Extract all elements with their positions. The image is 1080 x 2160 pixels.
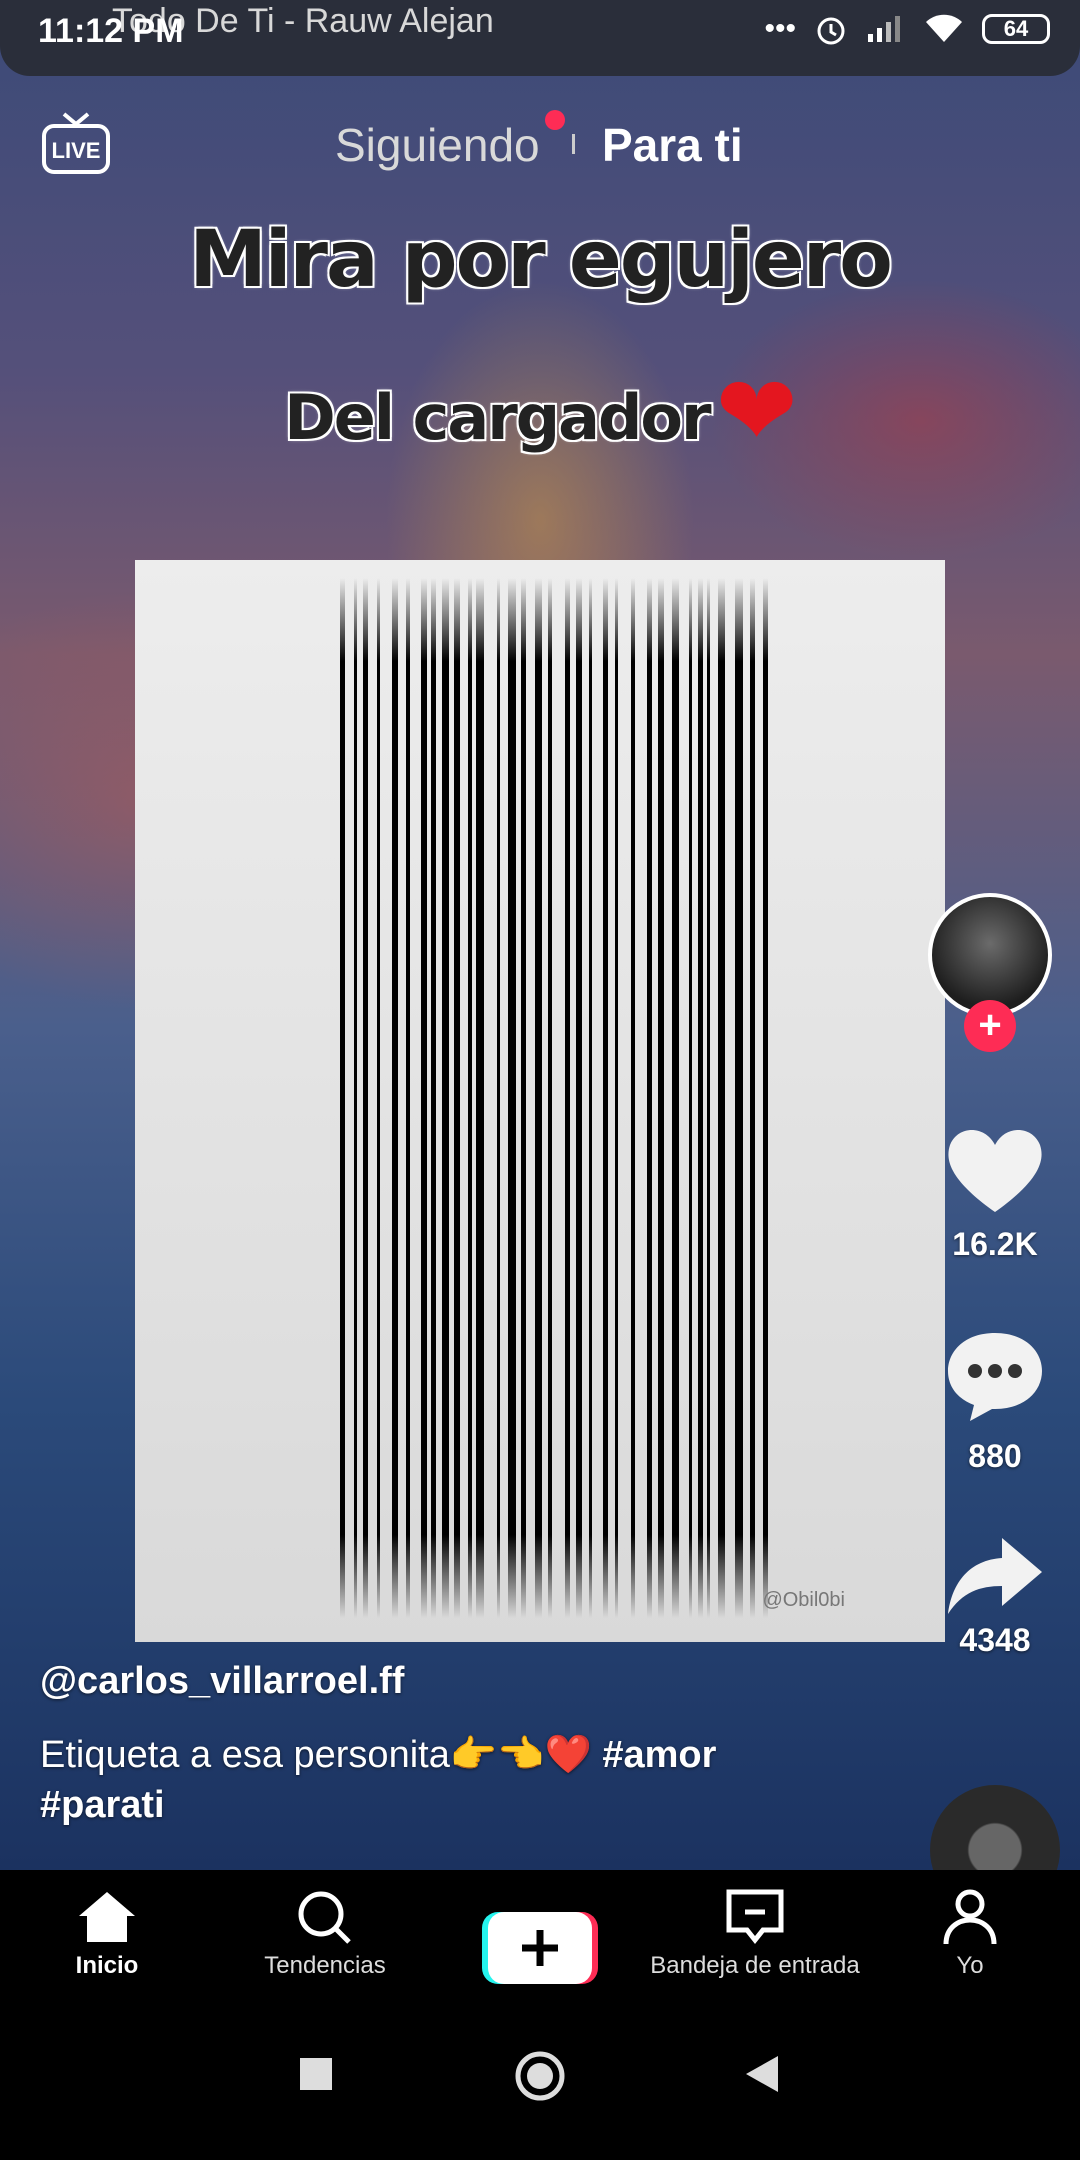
barcode-stripe [647, 578, 652, 1618]
barcode-stripe [750, 578, 755, 1618]
live-label: LIVE [52, 138, 101, 163]
nav-profile[interactable]: Yo [930, 1888, 1010, 1980]
barcode-stripe [548, 578, 552, 1618]
comment-icon[interactable] [940, 1325, 1050, 1425]
tab-separator [572, 134, 575, 154]
barcode-stripe [377, 578, 380, 1618]
barcode-stripe [615, 578, 618, 1618]
caption-text: Etiqueta a esa personita👉👈❤️ [40, 1734, 592, 1776]
video-overlay-text-2: Del cargador❤ [0, 355, 1080, 469]
profile-icon [943, 1889, 997, 1945]
barcode-stripe [689, 578, 692, 1618]
signal-icon [868, 16, 900, 42]
barcode-stripe [406, 578, 410, 1618]
nav-inbox[interactable]: Bandeja de entrada [645, 1888, 865, 1980]
share-count: 4348 [959, 1622, 1031, 1658]
watermark: @Obil0bi [762, 1589, 845, 1611]
battery-icon: 64 [982, 14, 1050, 44]
share-arrow-icon[interactable] [940, 1532, 1050, 1622]
creator-avatar[interactable] [928, 893, 1052, 1017]
barcode-stripe [576, 578, 582, 1618]
nav-inbox-label: Bandeja de entrada [650, 1952, 860, 1979]
barcode-stripe [508, 578, 516, 1618]
barcode-stripe [431, 578, 436, 1618]
barcode-lines [340, 578, 768, 1618]
nav-discover-label: Tendencias [264, 1952, 386, 1979]
barcode-stripe [476, 578, 484, 1618]
barcode-stripe [735, 578, 743, 1618]
barcode-stripe [392, 578, 398, 1618]
barcode-stripe [589, 578, 592, 1618]
video-overlay-text-1: Mira por egujero [189, 215, 893, 305]
barcode-stripe [340, 578, 345, 1618]
status-icons: ••• 64 [764, 12, 1050, 46]
post-caption: Etiqueta a esa personita👉👈❤️ #amor #para… [40, 1730, 800, 1830]
hashtag-amor[interactable]: #amor [602, 1734, 716, 1776]
wifi-icon [926, 14, 962, 43]
more-dots-icon: ••• [764, 12, 796, 45]
barcode-stripe [421, 578, 427, 1618]
barcode-stripe [707, 578, 710, 1618]
barcode-stripe [535, 578, 542, 1618]
barcode-stripe [454, 578, 460, 1618]
create-button[interactable] [482, 1912, 598, 1984]
comment-count: 880 [968, 1438, 1022, 1474]
barcode-stripe [631, 578, 635, 1618]
barcode-stripe [763, 578, 768, 1618]
back-icon[interactable] [742, 2054, 782, 2094]
like-count: 16.2K [952, 1226, 1038, 1262]
barcode-stripe [354, 578, 357, 1618]
barcode-stripe [521, 578, 526, 1618]
follow-plus-button[interactable]: + [964, 1000, 1016, 1052]
status-time: 11:12 PM [38, 12, 184, 50]
nav-home-label: Inicio [75, 1952, 139, 1979]
post-username[interactable]: @carlos_villarroel.ff [40, 1660, 404, 1703]
nav-profile-label: Yo [956, 1952, 984, 1979]
barcode-stripe [468, 578, 472, 1618]
barcode-stripe [603, 578, 608, 1618]
barcode-stripe [672, 578, 679, 1618]
inbox-icon [726, 1889, 784, 1945]
barcode-stripe [698, 578, 703, 1618]
like-heart-icon[interactable] [940, 1120, 1050, 1220]
video-overlay-text-2-label: Del cargador [284, 381, 711, 454]
barcode-stripe [363, 578, 368, 1618]
live-icon[interactable]: LIVE [40, 110, 112, 176]
barcode-stripe [497, 578, 500, 1618]
home-icon [79, 1892, 135, 1942]
recent-apps-icon[interactable] [298, 2056, 334, 2092]
tab-for-you[interactable]: Para ti [602, 118, 743, 172]
barcode-stripe [658, 578, 664, 1618]
notification-dot [545, 110, 565, 130]
barcode-stripe [442, 578, 449, 1618]
barcode-stripe [718, 578, 725, 1618]
alarm-icon [817, 17, 845, 45]
home-circle-icon[interactable] [514, 2050, 566, 2102]
tab-following[interactable]: Siguiendo [335, 118, 540, 172]
nav-discover[interactable]: Tendencias [255, 1888, 395, 1980]
nav-home[interactable]: Inicio [62, 1888, 152, 1980]
illusion-image: @Obil0bi [135, 560, 945, 1642]
system-nav-bar [0, 2010, 1080, 2160]
barcode-stripe [565, 578, 570, 1618]
heart-emoji: ❤ [715, 355, 798, 469]
status-bar: Todo De Ti - Rauw Alejan 11:12 PM ••• 64 [0, 0, 1080, 76]
search-icon [298, 1891, 351, 1944]
hashtag-parati[interactable]: #parati [40, 1784, 165, 1826]
